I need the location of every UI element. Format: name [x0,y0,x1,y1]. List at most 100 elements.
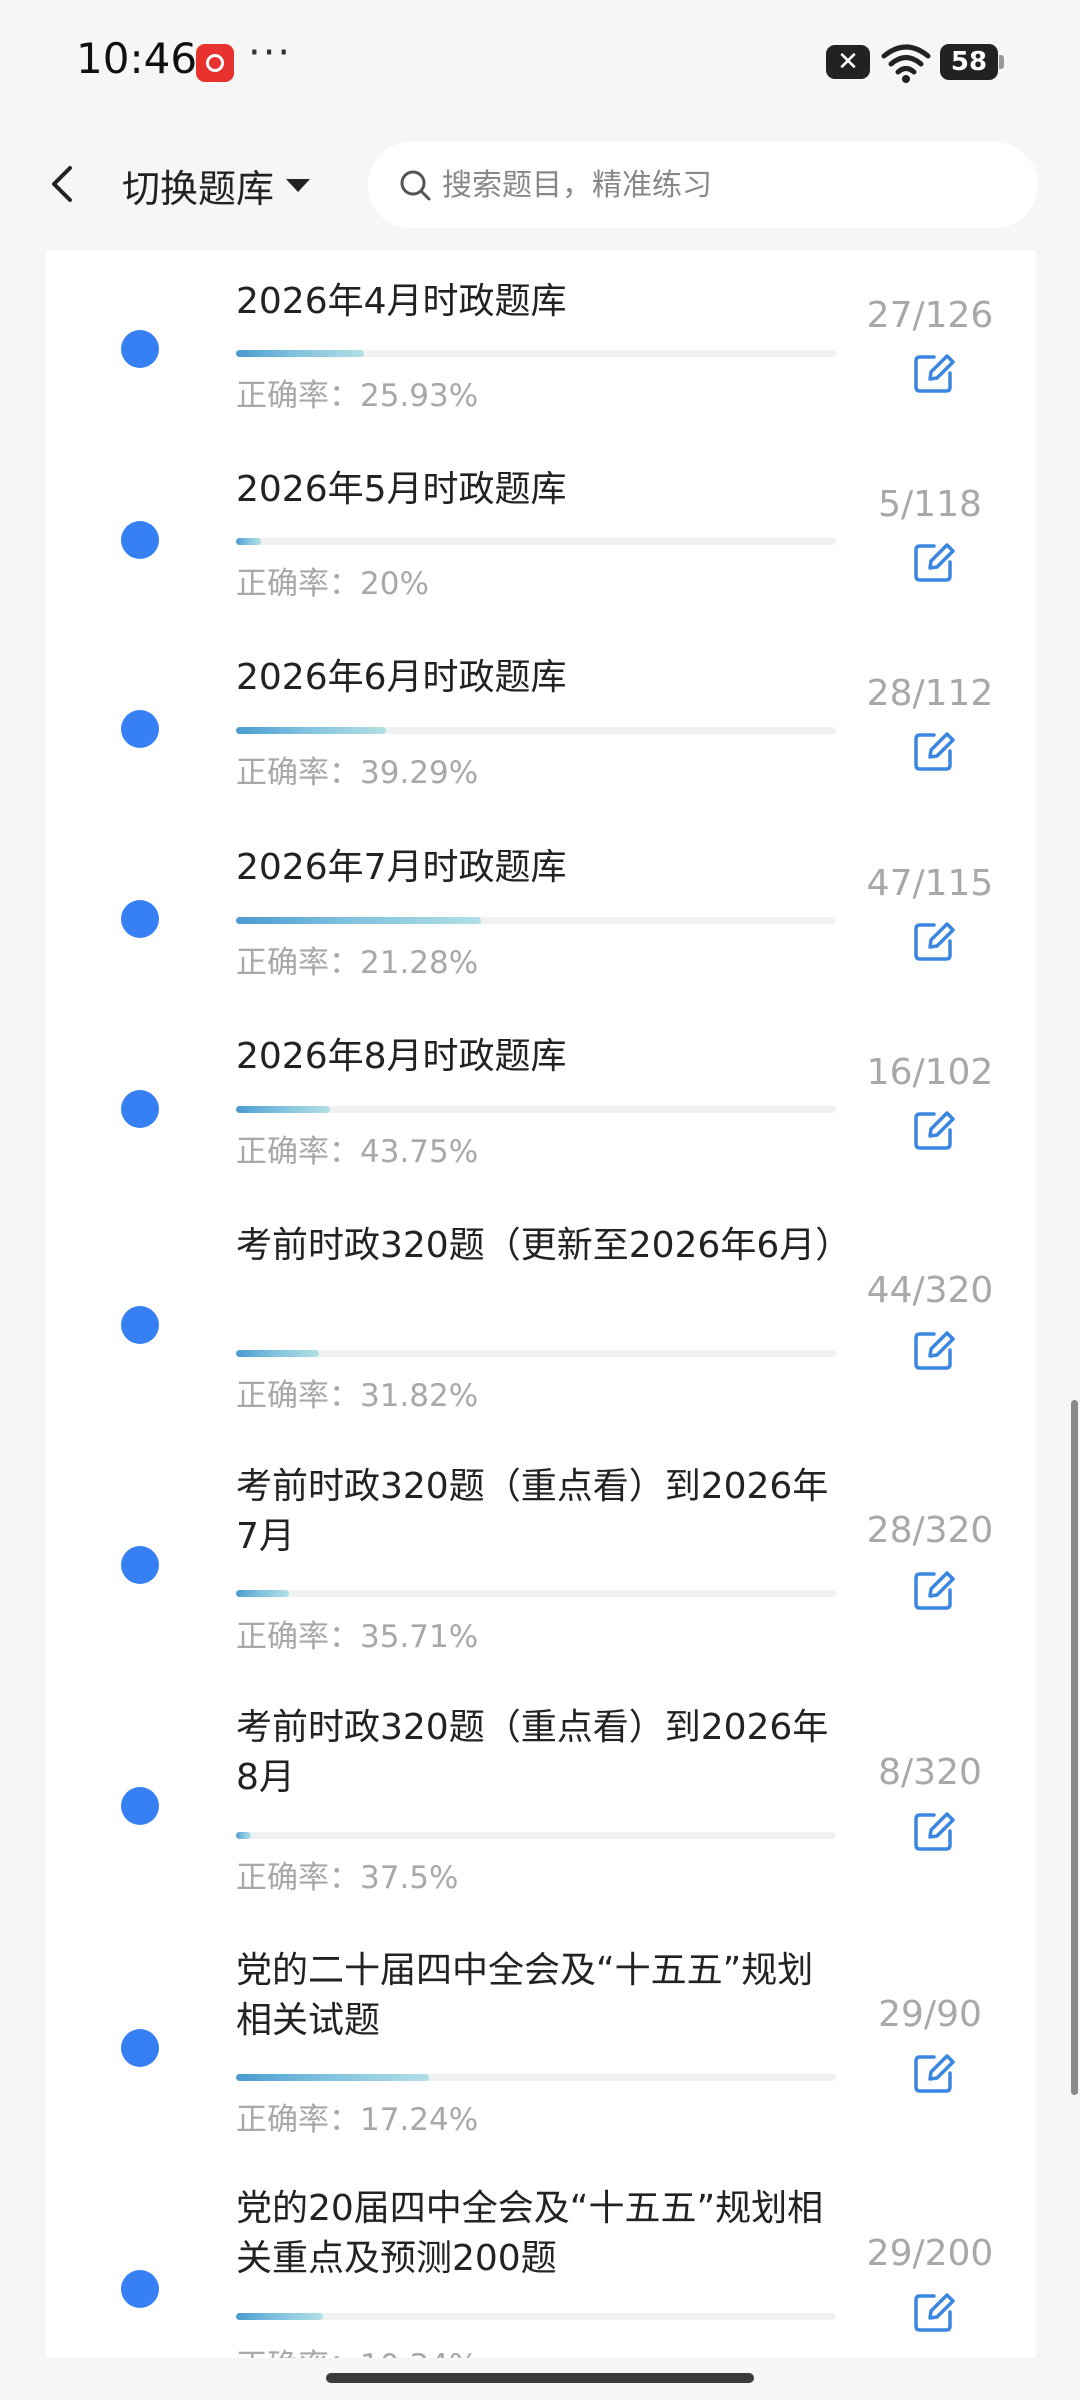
status-bar: 10:46 ··· ✕ 58 [0,0,1080,120]
edit-icon[interactable] [910,727,958,775]
edit-icon[interactable] [910,538,958,586]
accuracy-label: 正确率： [236,1860,360,1896]
progress-count: 8/320 [878,1752,982,1793]
accuracy-text: 正确率：43.75% [236,1126,478,1171]
list-item[interactable]: 党的二十届四中全会及“十五五”规划相关试题 正确率：17.24% 29/90 [46,1924,1036,2164]
progress-bar [236,350,836,357]
accuracy-text: 正确率：39.29% [236,747,478,792]
accuracy-text: 正确率：31.82% [236,1370,478,1415]
switch-question-bank-dropdown[interactable]: 切换题库 [122,158,311,213]
progress-count: 16/102 [866,1052,994,1093]
accuracy-label: 正确率： [236,566,360,602]
item-title: 2026年8月时政题库 [236,1036,567,1077]
item-title: 2026年7月时政题库 [236,847,567,888]
list-item[interactable]: 考前时政320题（重点看）到2026年7月 正确率：35.71% 28/320 [46,1440,1036,1682]
edit-icon[interactable] [910,1566,958,1614]
progress-count: 47/115 [866,863,994,904]
progress-fill [236,917,482,924]
progress-fill [236,2074,430,2081]
item-title: 2026年5月时政题库 [236,469,567,510]
home-indicator[interactable] [326,2373,754,2383]
status-time: 10:46 [76,34,198,83]
accuracy-label: 正确率： [236,1619,360,1655]
progress-bar [236,727,836,734]
list-item[interactable]: 2026年5月时政题库 正确率：20% 5/118 [46,440,1036,630]
accuracy-value: 37.5% [360,1860,459,1896]
top-bar: 切换题库 [0,120,1080,250]
progress-fill [236,2313,323,2320]
progress-count: 29/90 [878,1994,982,2035]
accuracy-text: 正确率：20% [236,558,429,603]
accuracy-label: 正确率： [236,2348,360,2358]
status-dot [121,1306,159,1344]
accuracy-text: 正确率：21.28% [236,937,478,982]
item-title: 考前时政320题（重点看）到2026年7月 [236,1466,829,1557]
list-item[interactable]: 2026年8月时政题库 正确率：43.75% 16/102 [46,1010,1036,1200]
back-arrow-icon[interactable] [40,160,88,208]
list-item[interactable]: 2026年4月时政题库 正确率：25.93% 27/126 [46,250,1036,440]
accuracy-label: 正确率： [236,2102,360,2138]
search-box[interactable] [368,142,1038,228]
progress-bar [236,2074,836,2081]
accuracy-value: 35.71% [360,1619,479,1655]
progress-count: 29/200 [866,2233,994,2274]
item-title: 考前时政320题（更新至2026年6月） [236,1225,852,1266]
accuracy-label: 正确率： [236,945,360,981]
no-signal-icon: ✕ [826,45,870,79]
edit-icon[interactable] [910,1807,958,1855]
progress-count: 28/112 [866,673,994,714]
accuracy-text: 正确率：10.34% [236,2340,478,2358]
edit-icon[interactable] [910,1106,958,1154]
edit-icon[interactable] [910,2288,958,2336]
status-dot [121,710,159,748]
accuracy-text: 正确率：37.5% [236,1852,458,1897]
status-dot [121,1090,159,1128]
accuracy-value: 43.75% [360,1134,479,1170]
wifi-icon [881,44,931,83]
list-item[interactable]: 2026年6月时政题库 正确率：39.29% 28/112 [46,630,1036,820]
progress-fill [236,1590,289,1597]
scrollbar[interactable] [1071,1400,1078,2095]
item-title: 党的20届四中全会及“十五五”规划相关重点及预测200题 [236,2188,824,2279]
list-item[interactable]: 考前时政320题（更新至2026年6月） 正确率：31.82% 44/320 [46,1200,1036,1440]
battery-indicator: 58 [940,44,998,80]
progress-fill [236,350,365,357]
search-icon [400,170,431,201]
caret-down-icon [286,179,311,192]
list-item[interactable]: 党的20届四中全会及“十五五”规划相关重点及预测200题 正确率：10.34% … [46,2164,1036,2358]
accuracy-value: 17.24% [360,2102,479,2138]
edit-icon[interactable] [910,917,958,965]
accuracy-value: 25.93% [360,378,479,414]
progress-fill [236,538,262,545]
progress-fill [236,1350,319,1357]
accuracy-value: 21.28% [360,945,479,981]
status-dot [121,2270,159,2308]
item-title: 2026年4月时政题库 [236,281,567,322]
progress-bar [236,1106,836,1113]
status-dot [121,521,159,559]
list-item[interactable]: 考前时政320题（重点看）到2026年8月 正确率：37.5% 8/320 [46,1682,1036,1924]
accuracy-label: 正确率： [236,755,360,791]
status-dot [121,900,159,938]
progress-count: 27/126 [866,295,994,336]
accuracy-value: 20% [360,566,429,602]
list-item[interactable]: 2026年7月时政题库 正确率：21.28% 47/115 [46,820,1036,1010]
edit-icon[interactable] [910,349,958,397]
progress-count: 44/320 [866,1270,994,1311]
progress-bar [236,2313,836,2320]
progress-fill [236,1832,251,1839]
progress-bar [236,1832,836,1839]
edit-icon[interactable] [910,1326,958,1374]
status-dot [121,2029,159,2067]
app-notification-icon [196,44,234,82]
search-input[interactable] [440,166,1004,204]
switch-question-bank-label: 切换题库 [122,167,275,211]
progress-bar [236,538,836,545]
item-title: 2026年6月时政题库 [236,657,567,698]
progress-fill [236,727,386,734]
progress-bar [236,917,836,924]
edit-icon[interactable] [910,2049,958,2097]
accuracy-text: 正确率：35.71% [236,1611,478,1656]
progress-fill [236,1106,331,1113]
accuracy-value: 10.34% [360,2348,478,2358]
